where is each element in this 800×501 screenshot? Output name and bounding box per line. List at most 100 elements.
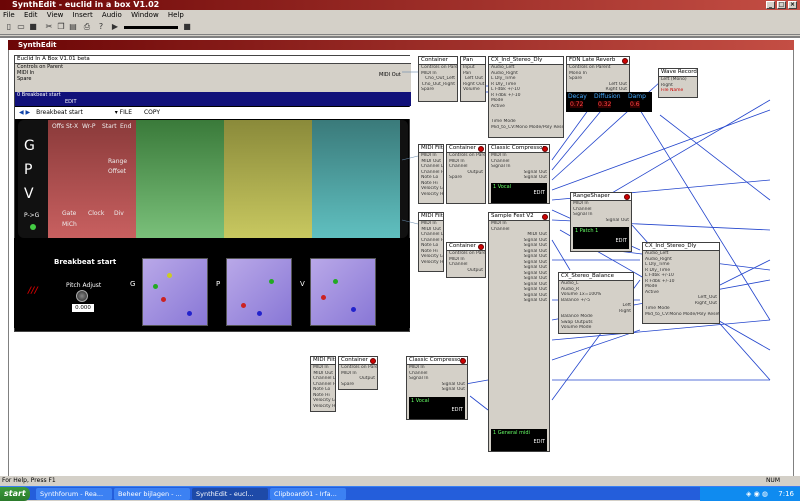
seq-section-2[interactable] <box>136 120 224 238</box>
fdn-close-icon[interactable] <box>622 58 628 64</box>
cx-ind-stereo-dly-block[interactable]: CX_Ind_Stereo_Dly Audio_Left Audio_Right… <box>488 56 564 138</box>
container4-line[interactable]: Spare <box>339 382 377 388</box>
paste-icon[interactable]: ▤ <box>68 22 78 32</box>
menu-audio[interactable]: Audio <box>102 11 122 19</box>
pitch-adjust-value[interactable]: 0.000 <box>72 304 94 312</box>
midi-filter3-line[interactable]: Velocity Lo <box>311 398 335 404</box>
euclid-edit-button[interactable]: EDIT <box>65 99 77 106</box>
classic-compressor1-block[interactable]: Classic Compressor MIDI In Channel Signa… <box>488 144 550 204</box>
classic-comp2-edit-button[interactable]: EDIT <box>411 407 463 414</box>
cube-display-v[interactable] <box>310 258 376 326</box>
pg-led-icon[interactable] <box>30 224 36 230</box>
pan-line[interactable]: Left Out <box>461 76 485 82</box>
range-shaper-line[interactable]: Signal Out <box>571 218 631 224</box>
cut-icon[interactable]: ✂ <box>44 22 54 32</box>
container1-line[interactable]: Cho_Out_Left <box>419 76 457 82</box>
classic-comp1-edit-button[interactable]: EDIT <box>493 190 545 197</box>
container1-line[interactable]: Controls on Parent <box>419 65 457 71</box>
midi-filter1-line[interactable]: Velocity Hi <box>419 192 443 198</box>
midi-filter2-line[interactable]: Velocity Lo <box>419 254 443 260</box>
task-synthforum[interactable]: Synthforum - Rea... <box>36 488 112 500</box>
range-shaper-block[interactable]: RangeShaper MIDI In Channel Signal In Si… <box>570 192 632 252</box>
pan-block[interactable]: Pan Input Pan Left Out Right Out Volume <box>460 56 486 102</box>
print-icon[interactable]: ⎙ <box>82 22 92 32</box>
menu-view[interactable]: View <box>47 11 64 19</box>
pan-line[interactable]: Volume <box>461 87 485 93</box>
midi-filter2-line[interactable]: Channel Lo <box>419 232 443 238</box>
midi-filter3-line[interactable]: Channel Lo <box>311 376 335 382</box>
seq-section-3[interactable] <box>224 120 312 238</box>
open-folder-icon[interactable]: ▭ <box>16 22 26 32</box>
next-preset-icon[interactable]: ▶ <box>26 109 31 116</box>
sample-fest-block[interactable]: Sample Fest V2 MIDI In Channel MIDI Out … <box>488 212 550 452</box>
task-clipboard[interactable]: Clipboard01 - Irfa... <box>270 488 346 500</box>
cx-stereo-balance-block[interactable]: CX_Stereo_Balance Audio_L Audio_R Volume… <box>558 272 634 334</box>
window-titlebar[interactable]: SynthEdit - euclid in a box V1.02 _ □ × <box>0 0 800 10</box>
file-button[interactable]: FILE <box>120 109 132 116</box>
cx-dly2-line[interactable]: Mid_to_CV:Mono Mode/Poly Reset <box>643 312 719 318</box>
task-synthedit[interactable]: SynthEdit - eucl... <box>192 488 268 500</box>
classic-comp1-line[interactable]: Signal Out <box>489 175 549 181</box>
minimize-button[interactable]: _ <box>766 1 775 9</box>
cx-dly-line[interactable]: Active <box>489 104 563 110</box>
midi-filter1-block[interactable]: MIDI Filter MIDI In MIDI Out Channel Lo … <box>418 144 444 204</box>
container4-close-icon[interactable] <box>370 358 376 364</box>
cx-dly-line[interactable]: Mid_to_CV:Mono Mode/Poly Reset <box>489 125 563 131</box>
classic-comp2-line[interactable]: Signal Out <box>407 387 467 393</box>
play-icon[interactable]: ▶ <box>110 22 120 32</box>
container2-line[interactable]: Controls on Parent <box>447 153 485 159</box>
copy-icon[interactable]: ❐ <box>56 22 66 32</box>
tray-icons[interactable]: ◈ ◉ ◍ <box>746 490 768 498</box>
container2-close-icon[interactable] <box>478 146 484 152</box>
range-shaper-edit-button[interactable]: EDIT <box>575 238 627 245</box>
container4-block[interactable]: Container Controls on Parent MIDI In Out… <box>338 356 378 390</box>
sample-fest-close-icon[interactable] <box>542 214 548 220</box>
classic-comp1-close-icon[interactable] <box>542 146 548 152</box>
sample-fest-edit-button[interactable]: EDIT <box>493 439 545 446</box>
prev-preset-icon[interactable]: ◀ <box>19 109 24 116</box>
container1-line[interactable]: Spare <box>419 87 457 93</box>
save-icon[interactable]: ■ <box>28 22 38 32</box>
new-file-icon[interactable]: ▯ <box>4 22 14 32</box>
midi-filter1-line[interactable]: Channel Lo <box>419 164 443 170</box>
file-dropdown-icon[interactable]: ▾ <box>115 109 118 116</box>
task-beheer-bijlagen[interactable]: Beheer bijlagen - ... <box>114 488 190 500</box>
midi-filter3-line[interactable]: Velocity Hi <box>311 404 335 410</box>
midi-filter2-block[interactable]: MIDI Filter MIDI In MIDI Out Channel Lo … <box>418 212 444 272</box>
fdn-decay-value[interactable]: 0.72 <box>570 101 584 108</box>
fdn-diffusion-value[interactable]: 0.32 <box>598 101 612 108</box>
container3-line[interactable]: Controls on Parent <box>447 251 485 257</box>
menu-insert[interactable]: Insert <box>73 11 93 19</box>
cube-display-p[interactable] <box>226 258 292 326</box>
midi-filter3-block[interactable]: MIDI Filter MIDI In MIDI Out Channel Lo … <box>310 356 336 412</box>
help-icon[interactable]: ? <box>96 22 106 32</box>
seq-section-4[interactable] <box>312 120 400 238</box>
structure-view-titlebar[interactable]: SynthEdit <box>8 40 794 50</box>
copy-button[interactable]: COPY <box>144 109 160 116</box>
stereo-balance-line[interactable]: Volume Mode <box>559 325 633 331</box>
container3-block[interactable]: Container Controls on Parent MIDI In Cha… <box>446 242 486 278</box>
stop-icon[interactable]: ■ <box>182 22 192 32</box>
menu-help[interactable]: Help <box>168 11 184 19</box>
wave-recorder-block[interactable]: Wave Recorder Left (Mono) Right File Nam… <box>658 68 698 98</box>
start-button[interactable]: start <box>0 487 30 501</box>
container4-line[interactable]: Controls on Parent <box>339 365 377 371</box>
menu-edit[interactable]: Edit <box>24 11 38 19</box>
classic-compressor2-block[interactable]: Classic Compressor MIDI In Channel Signa… <box>406 356 468 420</box>
midi-filter2-line[interactable]: Velocity Hi <box>419 260 443 266</box>
pitch-adjust-knob-icon[interactable] <box>76 290 88 302</box>
midi-filter1-line[interactable]: Velocity Lo <box>419 186 443 192</box>
wave-recorder-line[interactable]: File Name <box>659 88 697 94</box>
container2-block[interactable]: Container Controls on Parent MIDI In Cha… <box>446 144 486 204</box>
fdn-damp-value[interactable]: 0.6 <box>630 101 640 108</box>
menu-window[interactable]: Window <box>131 11 159 19</box>
container1-block[interactable]: Container Controls on Parent MIDI In Cho… <box>418 56 458 102</box>
range-shaper-close-icon[interactable] <box>624 194 630 200</box>
menu-file[interactable]: File <box>3 11 15 19</box>
clock[interactable]: 7:16 <box>778 490 794 498</box>
sample-fest-line[interactable]: Signal Out <box>489 298 549 304</box>
container2-line[interactable]: Spare <box>447 175 485 181</box>
classic-comp2-close-icon[interactable] <box>460 358 466 364</box>
container3-close-icon[interactable] <box>478 244 484 250</box>
close-button[interactable]: × <box>788 1 797 9</box>
